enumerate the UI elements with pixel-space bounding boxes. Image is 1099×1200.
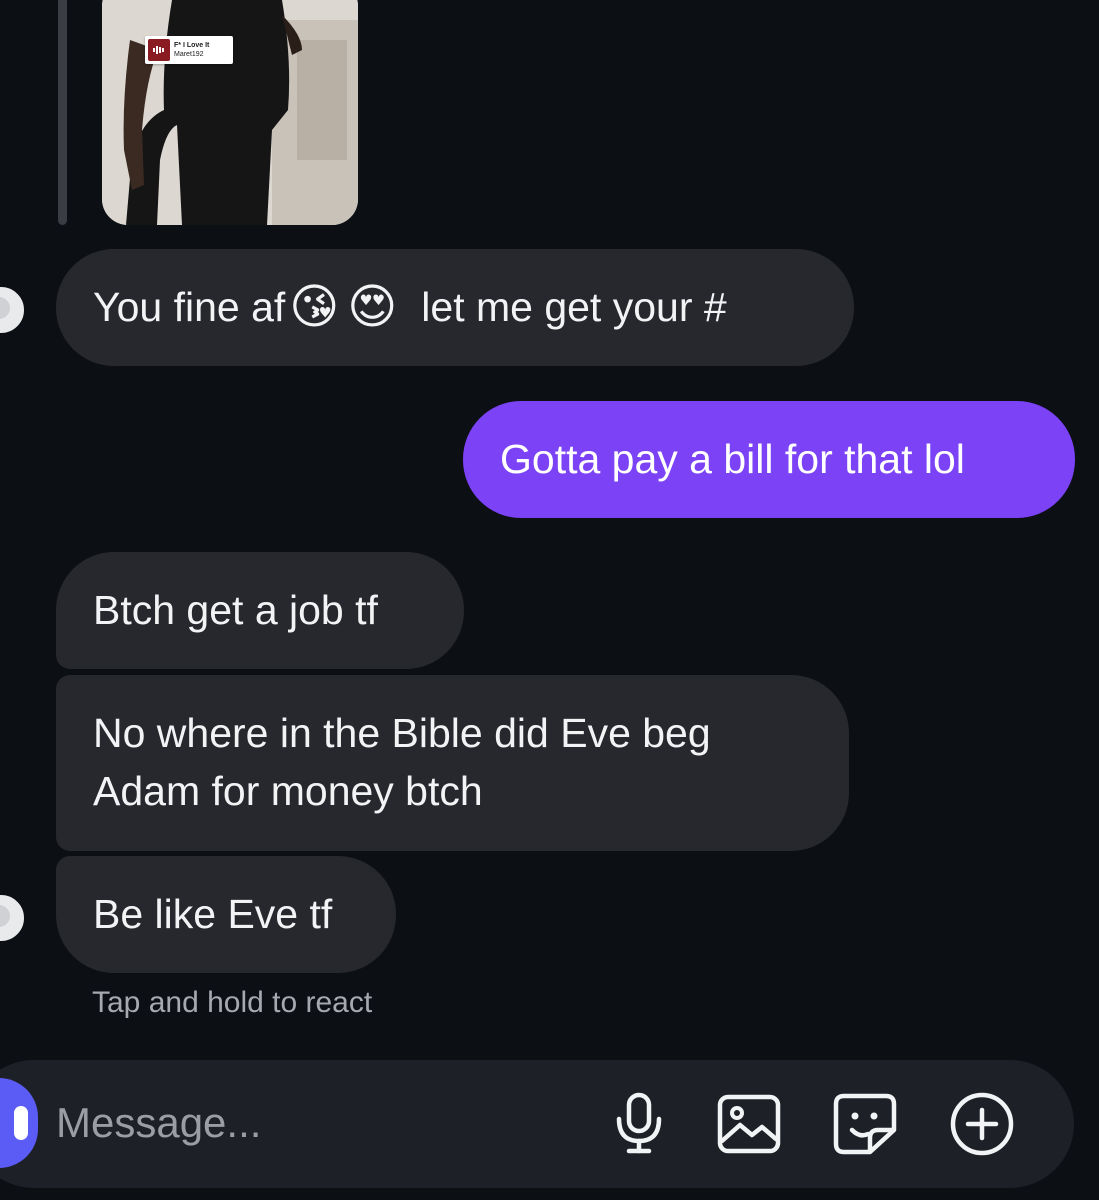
image-icon[interactable] <box>711 1086 787 1162</box>
message-text: Be like Eve tf <box>93 891 333 937</box>
story-reply-bar <box>58 0 67 225</box>
kissing-face-emoji: 😘 <box>289 279 340 335</box>
message-text: You fine af <box>93 284 286 330</box>
incoming-message-bubble[interactable]: Btch get a job tf <box>56 552 464 669</box>
sender-avatar[interactable] <box>0 285 26 335</box>
story-photo <box>102 0 358 225</box>
music-sticker: F* I Love It Maret192 <box>145 36 233 64</box>
dm-thread-screen: F* I Love It Maret192 You fine af 😘 😍 le… <box>0 0 1099 1200</box>
incoming-message-bubble[interactable]: Be like Eve tf <box>56 856 396 973</box>
incoming-message-bubble[interactable]: You fine af 😘 😍 let me get your # <box>56 249 854 366</box>
microphone-icon[interactable] <box>601 1086 677 1162</box>
message-text: let me get your # <box>421 284 727 330</box>
react-hint: Tap and hold to react <box>92 986 373 1019</box>
message-text: No where in the Bible did Eve beg Adam f… <box>93 710 711 814</box>
heart-eyes-emoji: 😍 <box>347 279 398 335</box>
message-text: Btch get a job tf <box>93 587 378 633</box>
music-artist: Maret192 <box>174 51 204 58</box>
music-title: F* I Love It <box>174 42 210 49</box>
music-waveform-icon <box>148 39 170 61</box>
outgoing-message-bubble[interactable]: Gotta pay a bill for that lol <box>463 401 1075 518</box>
sticker-icon[interactable] <box>827 1086 903 1162</box>
incoming-message-bubble[interactable]: No where in the Bible did Eve beg Adam f… <box>56 675 849 851</box>
sender-avatar[interactable] <box>0 893 26 943</box>
message-input[interactable] <box>56 1093 576 1153</box>
add-circle-icon[interactable] <box>944 1086 1020 1162</box>
story-thumbnail[interactable] <box>102 0 358 225</box>
message-text: Gotta pay a bill for that lol <box>500 436 965 482</box>
